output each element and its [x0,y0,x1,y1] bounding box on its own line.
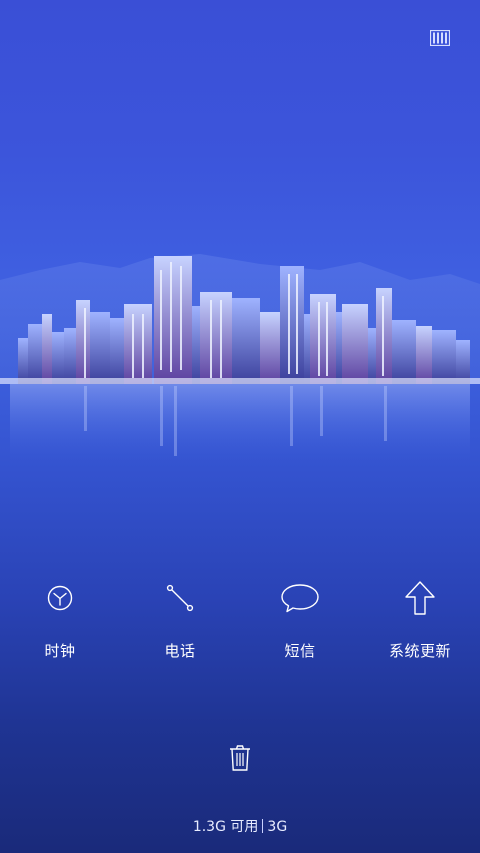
city-skyline-icon [0,254,480,464]
memory-status: 1.3G 可用 3G [0,816,480,836]
dock-item-label: 短信 [284,642,316,660]
memory-divider [262,819,264,833]
memory-available: 1.3G 可用 [192,819,259,835]
recents-grid-icon[interactable] [429,29,451,47]
trash-icon[interactable] [228,744,252,772]
arrow-up-icon [398,576,442,620]
dock-item-label: 时钟 [44,642,76,660]
memory-total: 3G [267,819,288,835]
dock-item-phone[interactable]: 电话 [120,570,240,680]
dock-item-system-update[interactable]: 系统更新 [360,570,480,680]
dock-item-label: 系统更新 [388,642,451,660]
message-bubble-icon [278,576,322,620]
dock-item-messages[interactable]: 短信 [240,570,360,680]
dock-item-label: 电话 [164,642,196,660]
phone-icon [158,576,202,620]
recents-screen: 时钟 电话 短信 系统更新 1.3G 可用 3G [0,0,480,853]
dock-item-clock[interactable]: 时钟 [0,570,120,680]
app-dock: 时钟 电话 短信 系统更新 [0,570,480,680]
clock-icon [38,576,82,620]
